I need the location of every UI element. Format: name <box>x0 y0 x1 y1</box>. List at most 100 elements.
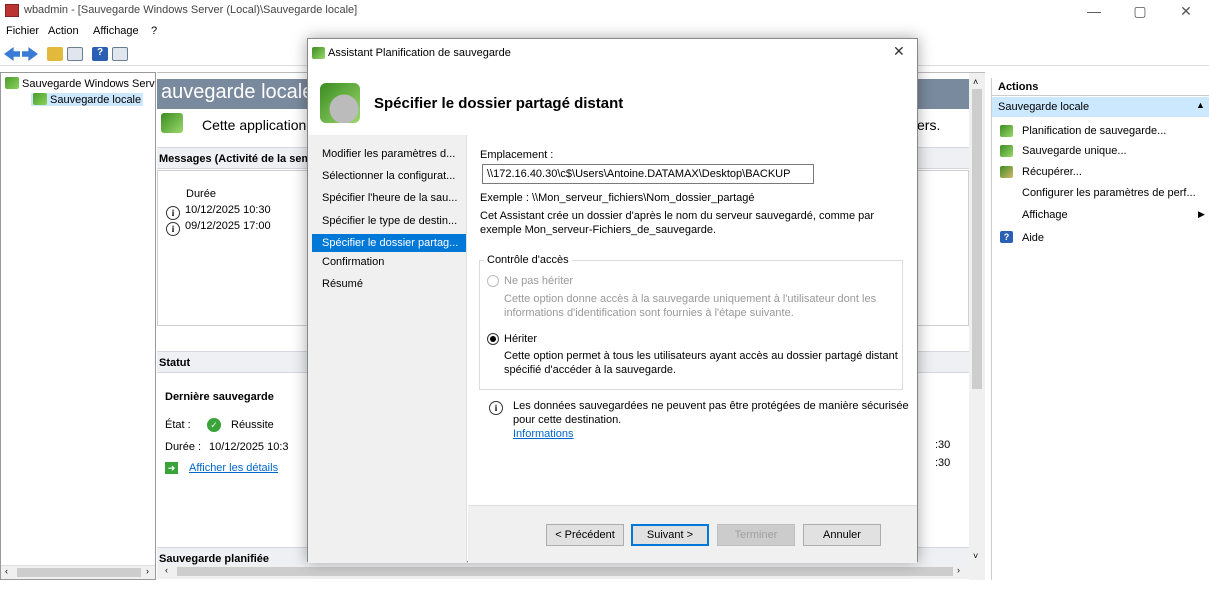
arrow-right-icon: ➜ <box>165 462 178 474</box>
etat-value: Réussite <box>231 419 274 431</box>
scroll-left-icon[interactable]: ‹ <box>5 566 8 576</box>
wizard-app-icon <box>312 47 325 59</box>
last-backup-title: Dernière sauvegarde <box>165 391 274 403</box>
schedule-backup-icon <box>1000 125 1013 137</box>
step-modifier-parametres[interactable]: Modifier les paramètres d... <box>312 145 466 163</box>
menu-action[interactable]: Action <box>48 25 79 37</box>
scroll-right-icon[interactable]: › <box>957 565 960 575</box>
previous-button[interactable]: < Précédent <box>546 524 624 546</box>
actions-section-label: Sauvegarde locale <box>998 101 1090 113</box>
wizard-header: Spécifier le dossier partagé distant <box>308 69 917 133</box>
tree-item-sauvegarde-locale[interactable]: Sauvegarde locale <box>31 93 144 106</box>
collapse-arrow-icon[interactable]: ▲ <box>1196 100 1205 110</box>
action-configurer-performances[interactable]: Configurer les paramètres de perf... <box>1022 187 1196 199</box>
back-arrow-icon[interactable] <box>4 47 20 61</box>
example-text: Exemple : \\Mon_serveur_fichiers\Nom_dos… <box>480 192 755 204</box>
message-row[interactable]: i 10/12/2025 10:30 <box>166 204 271 220</box>
actions-section-sauvegarde-locale[interactable]: Sauvegarde locale ▲ <box>992 97 1209 117</box>
show-action-pane-icon[interactable] <box>112 47 128 61</box>
menu-help[interactable]: ? <box>151 25 157 37</box>
tree-root[interactable]: Sauvegarde Windows Serv <box>5 77 155 90</box>
action-planification[interactable]: Planification de sauvegarde... <box>1022 125 1166 137</box>
info-icon: i <box>166 206 180 220</box>
recover-icon <box>1000 166 1013 178</box>
step-specifier-heure[interactable]: Spécifier l'heure de la sau... <box>312 189 466 207</box>
step-specifier-dossier-partage[interactable]: Spécifier le dossier partag... <box>312 234 466 252</box>
warning-line: pour cette destination. <box>513 414 622 426</box>
step-resume[interactable]: Résumé <box>312 275 466 293</box>
scroll-up-icon[interactable]: ˄ <box>973 77 978 87</box>
radio-heriter[interactable] <box>487 333 499 345</box>
warning-line: Les données sauvegardées ne peuvent pas … <box>513 400 909 412</box>
location-input[interactable] <box>482 164 814 184</box>
intro-text-tail: ers. <box>917 117 941 133</box>
step-confirmation[interactable]: Confirmation <box>312 253 466 271</box>
backup-icon <box>5 77 19 89</box>
success-check-icon: ✓ <box>207 418 221 432</box>
info-icon: i <box>489 401 503 415</box>
informations-link[interactable]: Informations <box>513 428 574 440</box>
tree-child-label: Sauvegarde locale <box>50 94 142 106</box>
description-line: exemple Mon_serveur-Fichiers_de_sauvegar… <box>480 224 717 236</box>
scroll-left-icon[interactable]: ‹ <box>165 565 168 575</box>
forward-arrow-icon[interactable] <box>22 47 38 61</box>
tree-root-label: Sauvegarde Windows Serv <box>22 78 155 90</box>
tree-hscrollbar[interactable]: ‹ › <box>1 565 155 579</box>
close-button[interactable]: ✕ <box>1163 0 1209 22</box>
scroll-thumb[interactable] <box>17 568 141 577</box>
scroll-thumb[interactable] <box>177 567 953 576</box>
option-description: Cette option donne accès à la sauvegarde… <box>504 293 877 305</box>
wizard-footer: < Précédent Suivant > Terminer Annuler <box>468 505 917 563</box>
backup-schedule-icon <box>320 83 360 123</box>
maximize-button[interactable]: ▢ <box>1117 0 1163 22</box>
show-details-link[interactable]: Afficher les détails <box>189 462 278 474</box>
planned-title: Sauvegarde planifiée <box>159 553 270 565</box>
window-titlebar: wbadmin - [Sauvegarde Windows Server (Lo… <box>0 0 1209 22</box>
radio-ne-pas-heriter[interactable] <box>487 275 499 287</box>
finish-button[interactable]: Terminer <box>717 524 795 546</box>
option-description: spécifié d'accéder à la sauvegarde. <box>504 364 677 376</box>
pane-header-title: auvegarde locale <box>161 81 314 103</box>
show-hide-tree-icon[interactable] <box>67 47 83 61</box>
action-affichage[interactable]: Affichage <box>1022 209 1068 221</box>
details-hscrollbar[interactable]: ‹ › <box>157 565 969 579</box>
option-description: Cette option permet à tous les utilisate… <box>504 350 898 362</box>
minimize-button[interactable]: — <box>1071 0 1117 22</box>
action-aide[interactable]: Aide <box>1022 232 1044 244</box>
duree-label: Durée : <box>165 441 202 453</box>
scroll-thumb[interactable] <box>972 89 982 389</box>
step-specifier-type-destination[interactable]: Spécifier le type de destin... <box>312 212 466 230</box>
wizard-heading: Spécifier le dossier partagé distant <box>374 95 624 112</box>
next-button[interactable]: Suivant > <box>631 524 709 546</box>
actions-pane: Actions Sauvegarde locale ▲ Planificatio… <box>991 78 1209 580</box>
wbadmin-app-icon <box>5 4 19 17</box>
actions-header: Actions <box>992 78 1209 96</box>
help-icon: ? <box>1000 231 1013 243</box>
wizard-steps: Modifier les paramètres d... Sélectionne… <box>308 135 467 563</box>
scroll-right-icon[interactable]: › <box>146 566 149 576</box>
location-label: Emplacement : <box>480 149 554 161</box>
action-sauvegarde-unique[interactable]: Sauvegarde unique... <box>1022 145 1127 157</box>
step-selectionner-configuration[interactable]: Sélectionner la configurat... <box>312 167 466 185</box>
backup-schedule-wizard-dialog: Assistant Planification de sauvegarde ✕ … <box>307 38 918 563</box>
time-value: :30 <box>935 457 951 469</box>
details-vscrollbar[interactable]: ˄ ˅ <box>969 73 985 580</box>
action-recuperer[interactable]: Récupérer... <box>1022 166 1082 178</box>
message-row[interactable]: i 09/12/2025 17:00 <box>166 220 271 236</box>
access-control-title: Contrôle d'accès <box>484 254 572 266</box>
description-line: Cet Assistant crée un dossier d'après le… <box>480 210 875 222</box>
option-description: informations d'identification sont fourn… <box>504 307 794 319</box>
intro-text: Cette application <box>202 117 307 133</box>
help-icon[interactable]: ? <box>92 47 108 61</box>
col-header-duree[interactable]: Durée <box>186 188 216 200</box>
message-date: 09/12/2025 17:00 <box>185 220 271 232</box>
up-folder-icon[interactable] <box>47 47 63 61</box>
cancel-button[interactable]: Annuler <box>803 524 881 546</box>
backup-icon <box>161 113 183 133</box>
statut-title: Statut <box>159 357 191 369</box>
menu-affichage[interactable]: Affichage <box>93 25 139 37</box>
menu-fichier[interactable]: Fichier <box>6 25 39 37</box>
scroll-down-icon[interactable]: ˅ <box>973 551 978 561</box>
dialog-close-button[interactable]: ✕ <box>893 43 905 60</box>
message-date: 10/12/2025 10:30 <box>185 204 271 216</box>
